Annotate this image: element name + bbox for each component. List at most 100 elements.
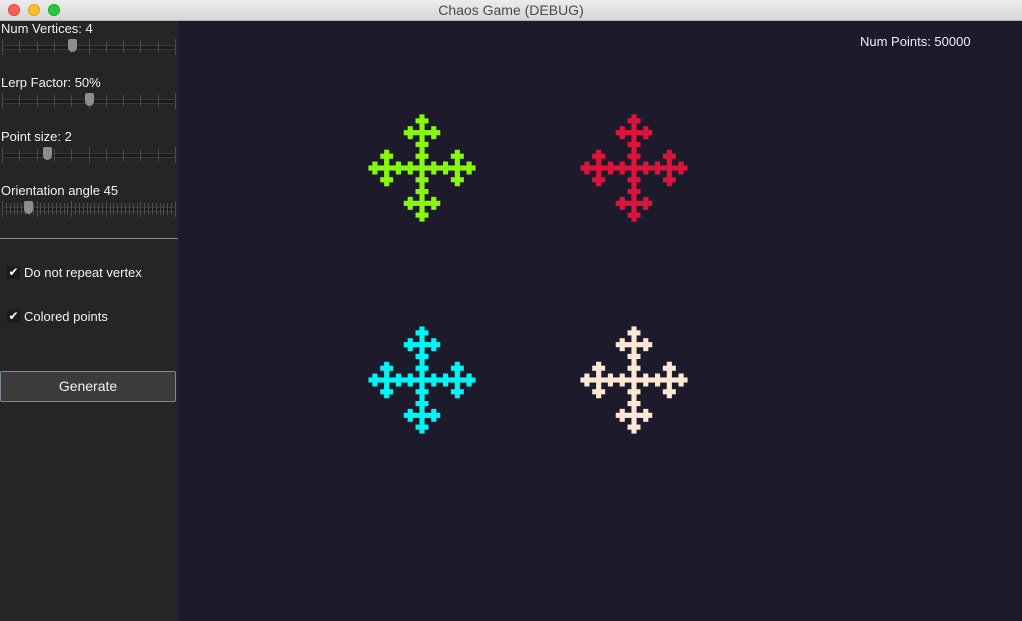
fractal-cell xyxy=(419,428,425,434)
lerp-factor-label: Lerp Factor: 50% xyxy=(1,75,101,90)
slider-ticks xyxy=(2,147,176,163)
slider-tick xyxy=(105,201,107,217)
slider-tick xyxy=(36,41,38,53)
fractal-cell xyxy=(395,169,402,175)
slider-thumb[interactable] xyxy=(67,39,77,52)
fractal-cell xyxy=(584,169,590,175)
fractal-cell xyxy=(442,381,449,387)
slider-tick xyxy=(157,149,159,161)
fractal-cell xyxy=(619,204,625,210)
slider-tick xyxy=(53,149,55,161)
slider-tick xyxy=(94,203,96,215)
slider-tick xyxy=(105,95,107,107)
colored-points-checkbox[interactable]: ✔ Colored points xyxy=(7,308,108,324)
slider-tick xyxy=(171,203,173,215)
slider-tick xyxy=(125,203,127,215)
fractal-cell xyxy=(619,134,625,140)
slider-tick xyxy=(71,95,73,107)
fractal-cell xyxy=(631,428,637,434)
slider-tick xyxy=(5,203,7,215)
fractal-cell xyxy=(643,416,649,422)
slider-tick xyxy=(167,203,169,215)
slider-tick xyxy=(151,203,153,215)
title-bar: Chaos Game (DEBUG) xyxy=(0,0,1022,21)
fractal-cell xyxy=(407,169,413,175)
window-title: Chaos Game (DEBUG) xyxy=(438,2,584,18)
fractal-cell xyxy=(407,416,413,422)
slider-tick xyxy=(36,95,38,107)
point-size-label: Point size: 2 xyxy=(1,129,72,144)
slider-tick xyxy=(2,201,3,217)
fractal-cell xyxy=(407,134,413,140)
fractal-cell xyxy=(372,381,378,387)
slider-tick xyxy=(123,41,125,53)
slider-tick xyxy=(155,203,157,215)
fractal-cell xyxy=(678,169,684,175)
slider-tick xyxy=(121,203,123,215)
sidebar-divider xyxy=(0,238,178,239)
chaos-game-fractal xyxy=(368,114,688,434)
slider-tick xyxy=(148,203,150,215)
fractal-cell xyxy=(643,346,649,352)
slider-tick xyxy=(48,203,50,215)
slider-tick xyxy=(51,203,53,215)
slider-tick xyxy=(88,39,90,55)
fractal-cell xyxy=(431,204,437,210)
slider-tick xyxy=(105,41,107,53)
slider-tick xyxy=(9,203,11,215)
fractal-cell xyxy=(654,169,661,175)
slider-tick xyxy=(159,203,161,215)
slider-tick xyxy=(105,149,107,161)
fractal-cell xyxy=(666,181,672,187)
slider-tick xyxy=(132,203,134,215)
fractal-cell xyxy=(466,169,472,175)
slider-thumb[interactable] xyxy=(85,93,94,106)
slider-tick xyxy=(175,93,176,109)
slider-ticks xyxy=(2,39,176,55)
fractal-cell xyxy=(619,169,625,175)
checkbox-check-icon[interactable]: ✔ xyxy=(7,265,20,279)
fractal-cell xyxy=(678,381,684,387)
slider-tick xyxy=(175,39,176,55)
slider-tick xyxy=(63,203,65,215)
fractal-cell xyxy=(619,381,625,387)
slider-tick xyxy=(78,203,80,215)
fractal-cell xyxy=(454,181,460,187)
slider-tick xyxy=(19,41,21,53)
slider-tick xyxy=(13,203,15,215)
slider-tick xyxy=(136,203,138,215)
fractal-cell xyxy=(431,169,437,175)
slider-tick xyxy=(123,95,125,107)
slider-thumb[interactable] xyxy=(24,201,34,214)
fractal-quadrant-top-left xyxy=(368,114,476,222)
do-not-repeat-vertex-checkbox[interactable]: ✔ Do not repeat vertex xyxy=(7,264,142,280)
fractal-quadrant-top-right xyxy=(580,114,688,222)
fractal-cell xyxy=(654,381,661,387)
render-canvas: Num Points: 50000 xyxy=(178,21,1022,621)
orientation-angle-label: Orientation angle 45 xyxy=(1,183,119,198)
slider-tick xyxy=(2,147,3,163)
slider-tick xyxy=(140,41,142,53)
slider-tick xyxy=(2,39,3,55)
fractal-cell xyxy=(407,346,413,352)
num-vertices-slider[interactable] xyxy=(2,39,176,55)
slider-tick xyxy=(71,149,73,161)
fractal-cell xyxy=(384,181,390,187)
slider-tick xyxy=(144,203,146,215)
lerp-factor-slider[interactable] xyxy=(2,93,176,109)
fractal-cell xyxy=(419,216,425,222)
slider-tick xyxy=(117,203,119,215)
fractal-cell xyxy=(584,381,590,387)
fractal-quadrant-bottom-right xyxy=(580,326,688,434)
slider-tick xyxy=(2,93,3,109)
checkbox-check-icon[interactable]: ✔ xyxy=(7,309,20,323)
slider-tick xyxy=(157,41,159,53)
slider-tick xyxy=(98,203,100,215)
slider-tick xyxy=(113,203,115,215)
orientation-angle-slider[interactable] xyxy=(2,201,176,217)
slider-tick xyxy=(59,203,61,215)
generate-button[interactable]: Generate xyxy=(0,371,176,402)
slider-tick xyxy=(36,201,38,217)
slider-thumb[interactable] xyxy=(43,147,53,160)
point-size-slider[interactable] xyxy=(2,147,176,163)
